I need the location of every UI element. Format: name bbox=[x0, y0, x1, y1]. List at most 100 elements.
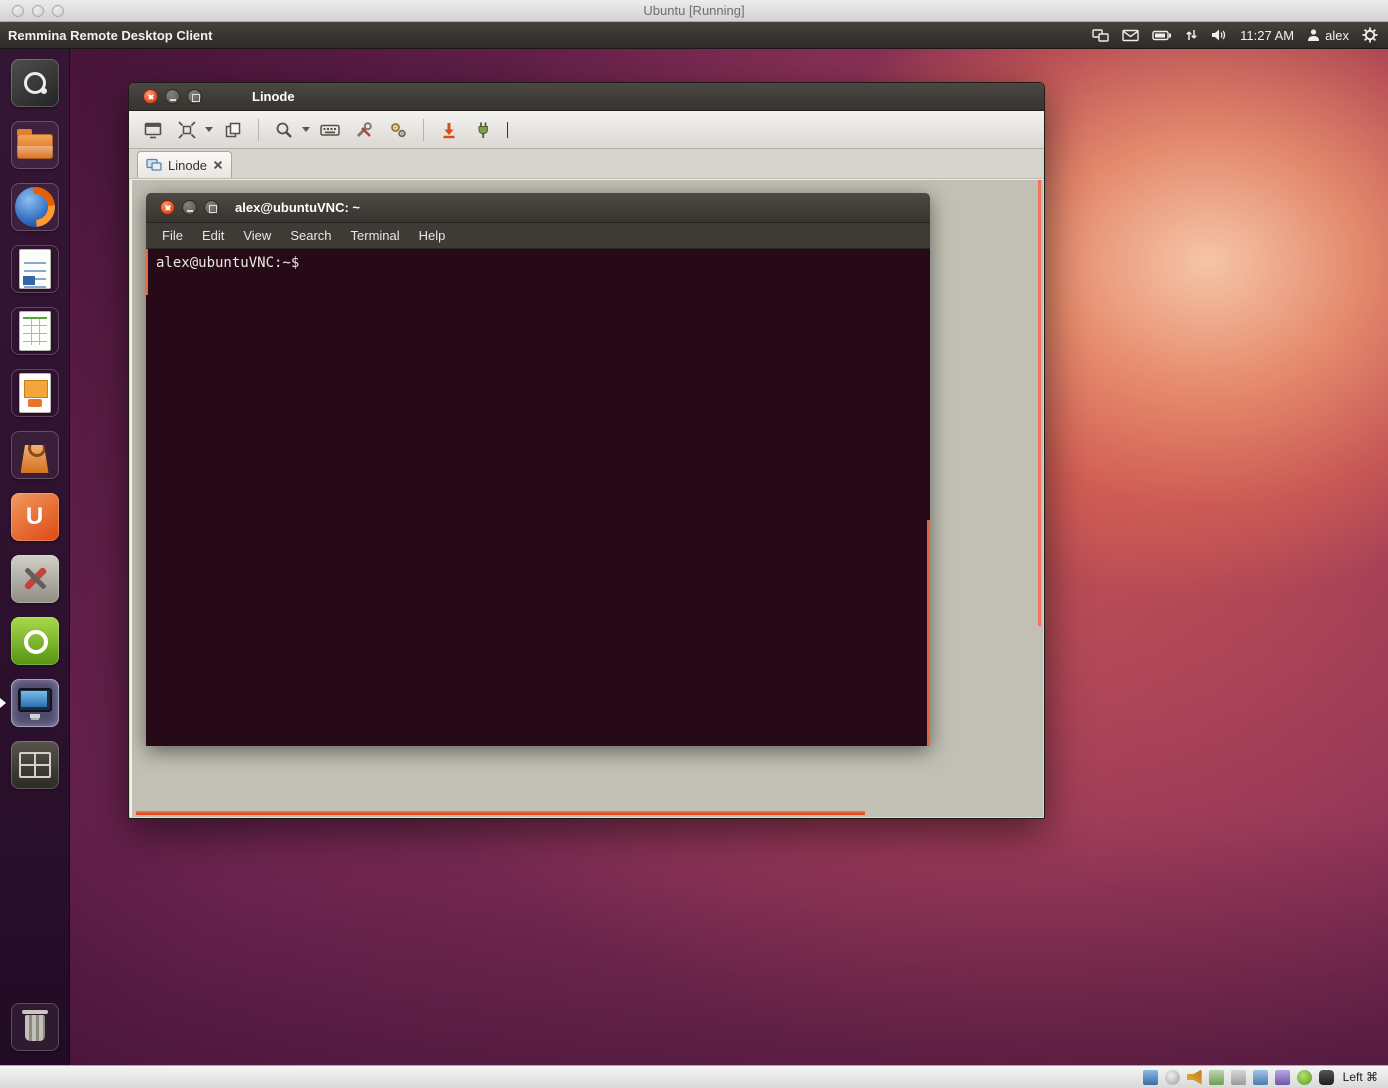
system-settings-icon bbox=[11, 555, 59, 603]
screenshot-icon[interactable] bbox=[435, 117, 463, 143]
session-gear-icon[interactable] bbox=[1362, 27, 1378, 43]
status-audio-icon[interactable] bbox=[1187, 1070, 1202, 1085]
close-button[interactable] bbox=[143, 89, 158, 104]
render-artifact-line bbox=[927, 520, 930, 746]
running-indicator-arrow bbox=[0, 698, 6, 708]
tab-label: Linode bbox=[168, 158, 207, 173]
render-artifact-line bbox=[146, 249, 148, 295]
status-network-icon[interactable] bbox=[1209, 1070, 1224, 1085]
launcher-item-software-center[interactable] bbox=[0, 431, 70, 479]
launcher-item-impress[interactable] bbox=[0, 369, 70, 417]
ubuntu-one-icon: U bbox=[11, 493, 59, 541]
status-usb-icon[interactable] bbox=[1231, 1070, 1246, 1085]
tools-icon[interactable] bbox=[350, 117, 378, 143]
launcher-item-dash-home[interactable] bbox=[0, 59, 70, 107]
sync-arrows-icon[interactable] bbox=[1185, 28, 1198, 42]
terminal-window: alex@ubuntuVNC: ~ File Edit View Search … bbox=[146, 193, 930, 746]
launcher-item-system-settings[interactable] bbox=[0, 555, 70, 603]
launcher-item-workspace-switcher[interactable] bbox=[0, 741, 70, 789]
menu-terminal[interactable]: Terminal bbox=[351, 228, 400, 243]
shell-prompt: alex@ubuntuVNC:~$ bbox=[156, 255, 299, 271]
menu-view[interactable]: View bbox=[243, 228, 271, 243]
desktop-wallpaper: U Linode bbox=[0, 49, 1388, 1065]
tab-close-icon[interactable] bbox=[213, 160, 223, 170]
remmina-icon bbox=[11, 679, 59, 727]
toolbar-separator bbox=[423, 119, 424, 141]
close-button[interactable] bbox=[160, 200, 175, 215]
host-titlebar[interactable]: Ubuntu [Running] bbox=[0, 0, 1388, 22]
fullscreen-icon[interactable] bbox=[139, 117, 167, 143]
launcher-item-ubuntu-one[interactable]: U bbox=[0, 493, 70, 541]
status-shared-folder-icon[interactable] bbox=[1253, 1070, 1268, 1085]
remmina-window-title: Linode bbox=[252, 89, 295, 104]
toolbar-separator bbox=[258, 119, 259, 141]
software-center-icon bbox=[11, 431, 59, 479]
panel-clock[interactable]: 11:27 AM bbox=[1240, 28, 1294, 43]
zoom-icon[interactable] bbox=[270, 117, 298, 143]
launcher-item-software-updater[interactable] bbox=[0, 617, 70, 665]
vbox-statusbar: Left ⌘ bbox=[0, 1065, 1388, 1088]
status-optical-icon[interactable] bbox=[1165, 1070, 1180, 1085]
duplicate-icon[interactable] bbox=[219, 117, 247, 143]
keyboard-grab-icon[interactable] bbox=[316, 117, 344, 143]
user-icon bbox=[1307, 28, 1320, 42]
remmina-tabbar: Linode bbox=[129, 149, 1044, 179]
launcher-item-trash[interactable] bbox=[0, 1003, 70, 1051]
launcher-item-calc[interactable] bbox=[0, 307, 70, 355]
maximize-button[interactable] bbox=[187, 89, 202, 104]
firefox-icon bbox=[11, 183, 59, 231]
launcher-item-home-folder[interactable] bbox=[0, 121, 70, 169]
status-mouse-icon[interactable] bbox=[1319, 1070, 1334, 1085]
terminal-window-controls bbox=[160, 200, 219, 215]
status-hdd-icon[interactable] bbox=[1143, 1070, 1158, 1085]
remmina-window: Linode Linode bbox=[128, 82, 1045, 819]
tab-linode[interactable]: Linode bbox=[137, 151, 232, 178]
session-indicator[interactable]: alex bbox=[1307, 28, 1349, 43]
screen: Ubuntu [Running] Remmina Remote Desktop … bbox=[0, 0, 1388, 1088]
battery-icon[interactable] bbox=[1152, 30, 1172, 41]
home-folder-icon bbox=[11, 121, 59, 169]
preferences-icon[interactable] bbox=[384, 117, 412, 143]
minimize-button[interactable] bbox=[165, 89, 180, 104]
menu-search[interactable]: Search bbox=[290, 228, 331, 243]
host-window-title: Ubuntu [Running] bbox=[0, 3, 1388, 18]
panel-app-title[interactable]: Remmina Remote Desktop Client bbox=[8, 28, 212, 43]
fit-window-icon[interactable] bbox=[173, 117, 201, 143]
render-artifact-line bbox=[136, 811, 865, 815]
libreoffice-calc-icon bbox=[11, 307, 59, 355]
ubuntu-top-panel: Remmina Remote Desktop Client 11:27 AM a… bbox=[0, 22, 1388, 49]
network-icon[interactable] bbox=[1092, 28, 1109, 43]
maximize-button[interactable] bbox=[204, 200, 219, 215]
disconnect-plug-icon[interactable] bbox=[469, 117, 497, 143]
mail-icon[interactable] bbox=[1122, 29, 1139, 42]
remmina-titlebar[interactable]: Linode bbox=[129, 83, 1044, 111]
tab-connection-icon bbox=[146, 158, 162, 172]
minimize-button[interactable] bbox=[182, 200, 197, 215]
launcher-item-writer[interactable] bbox=[0, 245, 70, 293]
menu-help[interactable]: Help bbox=[419, 228, 446, 243]
menu-file[interactable]: File bbox=[162, 228, 183, 243]
text-cursor bbox=[507, 122, 508, 138]
remmina-toolbar bbox=[129, 111, 1044, 149]
launcher-item-remmina[interactable] bbox=[0, 679, 70, 727]
software-updater-icon bbox=[11, 617, 59, 665]
launcher-item-firefox[interactable] bbox=[0, 183, 70, 231]
menu-edit[interactable]: Edit bbox=[202, 228, 224, 243]
zoom-dropdown-icon[interactable] bbox=[302, 127, 310, 132]
terminal-window-title: alex@ubuntuVNC: ~ bbox=[235, 200, 360, 215]
terminal-titlebar[interactable]: alex@ubuntuVNC: ~ bbox=[146, 193, 930, 223]
fit-window-dropdown-icon[interactable] bbox=[205, 127, 213, 132]
unity-launcher: U bbox=[0, 49, 70, 1065]
trash-icon bbox=[11, 1003, 59, 1051]
panel-username: alex bbox=[1325, 28, 1349, 43]
remmina-window-controls bbox=[143, 89, 202, 104]
status-display-icon[interactable] bbox=[1275, 1070, 1290, 1085]
remote-desktop-view[interactable]: alex@ubuntuVNC: ~ File Edit View Search … bbox=[130, 179, 1043, 817]
terminal-body[interactable]: alex@ubuntuVNC:~$ bbox=[146, 249, 930, 746]
volume-icon[interactable] bbox=[1211, 28, 1227, 42]
terminal-menubar: File Edit View Search Terminal Help bbox=[146, 223, 930, 249]
status-features-icon[interactable] bbox=[1297, 1070, 1312, 1085]
workspace-switcher-icon bbox=[11, 741, 59, 789]
host-key-indicator[interactable]: Left ⌘ bbox=[1343, 1070, 1378, 1084]
panel-indicators: 11:27 AM alex bbox=[1092, 27, 1378, 43]
